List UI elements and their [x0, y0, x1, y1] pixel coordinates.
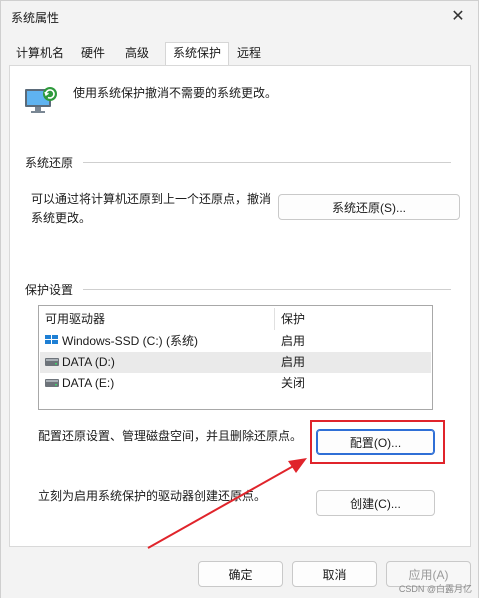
restore-description: 可以通过将计算机还原到上一个还原点，撤消 系统更改。	[31, 192, 272, 225]
drive-list[interactable]: 可用驱动器 保护 Windows-SSD (C:) (系统) 启用 DATA (…	[38, 305, 433, 410]
drive-icon	[45, 358, 59, 366]
windows-drive-icon	[45, 335, 58, 344]
tab-system-protection[interactable]: 系统保护	[165, 42, 229, 66]
create-button[interactable]: 创建(C)...	[316, 490, 435, 516]
tab-hardware[interactable]: 硬件	[71, 43, 115, 65]
column-header-protection[interactable]: 保护	[281, 308, 305, 330]
drive-name: DATA (D:)	[62, 355, 115, 369]
section-system-restore: 系统还原	[25, 156, 74, 170]
drive-row[interactable]: DATA (D:) 启用	[40, 352, 431, 373]
drive-status: 启用	[281, 334, 306, 348]
create-description: 立刻为启用系统保护的驱动器创建还原点。	[38, 489, 267, 503]
cancel-button[interactable]: 取消	[292, 561, 377, 587]
highlight-box	[310, 420, 445, 464]
drive-status: 关闭	[281, 376, 306, 390]
drive-name: DATA (E:)	[62, 376, 115, 390]
divider	[83, 162, 451, 163]
drive-name: Windows-SSD (C:) (系统)	[62, 334, 199, 348]
configure-description: 配置还原设置、管理磁盘空间，并且删除还原点。	[38, 429, 303, 443]
tab-advanced[interactable]: 高级	[115, 43, 159, 65]
drive-status: 启用	[281, 355, 306, 369]
column-header-drive[interactable]: 可用驱动器	[45, 308, 105, 330]
watermark: CSDN @白露月亿	[398, 584, 472, 594]
close-icon[interactable]: ✕	[438, 1, 478, 31]
computer-restore-icon	[25, 87, 57, 113]
tab-remote[interactable]: 远程	[229, 43, 269, 65]
column-divider[interactable]	[274, 308, 275, 330]
drive-row[interactable]: DATA (E:) 关闭	[40, 373, 431, 394]
drive-icon	[45, 379, 59, 387]
divider	[83, 289, 451, 290]
ok-button[interactable]: 确定	[198, 561, 283, 587]
tab-computer-name[interactable]: 计算机名	[9, 43, 71, 65]
title-bar: 系统属性 ✕	[1, 1, 478, 33]
system-properties-window: 系统属性 ✕ 计算机名 硬件 高级 系统保护 远程 使用系统保护撤消不需要的系统…	[0, 0, 479, 598]
drive-row[interactable]: Windows-SSD (C:) (系统) 启用	[40, 331, 431, 352]
window-title: 系统属性	[11, 11, 60, 25]
system-restore-button[interactable]: 系统还原(S)...	[278, 194, 460, 220]
intro-text: 使用系统保护撤消不需要的系统更改。	[73, 86, 278, 100]
section-protection-settings: 保护设置	[25, 283, 74, 297]
